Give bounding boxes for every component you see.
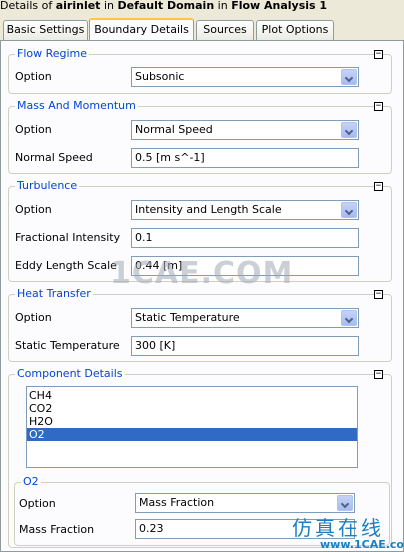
- component-item-co2[interactable]: CO2: [27, 402, 357, 415]
- component-item-o2[interactable]: O2: [27, 428, 357, 441]
- o2-option-value: Mass Fraction: [139, 496, 215, 509]
- normal-speed-label: Normal Speed: [15, 151, 93, 164]
- chevron-down-icon[interactable]: [341, 310, 357, 326]
- static-temperature-field[interactable]: 300 [K]: [131, 336, 359, 356]
- o2-legend: O2: [21, 475, 41, 489]
- tab-boundary-details[interactable]: Boundary Details: [89, 18, 194, 40]
- title-mid1: in: [100, 0, 118, 12]
- flow-regime-option-value: Subsonic: [135, 70, 185, 83]
- component-list[interactable]: CH4 CO2 H2O O2: [26, 386, 358, 468]
- component-item-ch4[interactable]: CH4: [27, 389, 357, 402]
- mass-momentum-option-value: Normal Speed: [135, 123, 213, 136]
- heat-transfer-option-value: Static Temperature: [135, 311, 240, 324]
- title-mid2: in: [214, 0, 232, 12]
- mass-momentum-option-label: Option: [15, 123, 52, 136]
- turbulence-option-value: Intensity and Length Scale: [135, 203, 282, 216]
- turbulence-collapse-icon[interactable]: −: [374, 182, 383, 191]
- tab-basic-settings[interactable]: Basic Settings: [3, 20, 88, 40]
- panel-title: Details of airinlet in Default Domain in…: [0, 0, 327, 14]
- turbulence-option-select[interactable]: Intensity and Length Scale: [131, 200, 359, 220]
- flow-regime-option-label: Option: [15, 70, 52, 83]
- title-object: airinlet: [55, 0, 101, 12]
- fractional-intensity-field[interactable]: 0.1: [131, 228, 359, 248]
- eddy-length-scale-label: Eddy Length Scale: [15, 259, 117, 272]
- heat-transfer-option-label: Option: [15, 311, 52, 324]
- turbulence-option-label: Option: [15, 203, 52, 216]
- component-details-collapse-icon[interactable]: −: [374, 370, 383, 379]
- component-details-legend: Component Details: [15, 367, 125, 381]
- component-item-h2o[interactable]: H2O: [27, 415, 357, 428]
- heat-transfer-option-select[interactable]: Static Temperature: [131, 308, 359, 328]
- title-domain: Default Domain: [117, 0, 215, 12]
- o2-option-select[interactable]: Mass Fraction: [135, 493, 355, 513]
- flow-regime-option-select[interactable]: Subsonic: [131, 67, 359, 87]
- o2-option-label: Option: [19, 497, 56, 510]
- chevron-down-icon[interactable]: [341, 202, 357, 218]
- chevron-down-icon[interactable]: [337, 495, 353, 511]
- heat-transfer-collapse-icon[interactable]: −: [374, 290, 383, 299]
- watermark-corner-url: www.1CAE.com: [320, 538, 404, 551]
- mass-momentum-legend: Mass And Momentum: [15, 99, 138, 113]
- chevron-down-icon[interactable]: [341, 122, 357, 138]
- turbulence-legend: Turbulence: [15, 179, 80, 193]
- flow-regime-collapse-icon[interactable]: −: [374, 50, 383, 59]
- watermark-corner-cn: 仿真在线: [292, 516, 384, 540]
- tab-sources[interactable]: Sources: [196, 20, 254, 40]
- watermark-center: 1CAE.COM: [110, 256, 294, 291]
- flow-regime-legend: Flow Regime: [15, 47, 90, 61]
- static-temperature-label: Static Temperature: [15, 339, 120, 352]
- heat-transfer-legend: Heat Transfer: [15, 287, 93, 301]
- mass-fraction-label: Mass Fraction: [19, 523, 95, 536]
- chevron-down-icon[interactable]: [341, 69, 357, 85]
- title-analysis: Flow Analysis 1: [231, 0, 328, 12]
- title-prefix: Details of: [0, 0, 56, 12]
- mass-momentum-option-select[interactable]: Normal Speed: [131, 120, 359, 140]
- mass-momentum-collapse-icon[interactable]: −: [374, 102, 383, 111]
- fractional-intensity-label: Fractional Intensity: [15, 231, 121, 244]
- normal-speed-field[interactable]: 0.5 [m s^-1]: [131, 148, 359, 168]
- tab-plot-options[interactable]: Plot Options: [256, 20, 334, 40]
